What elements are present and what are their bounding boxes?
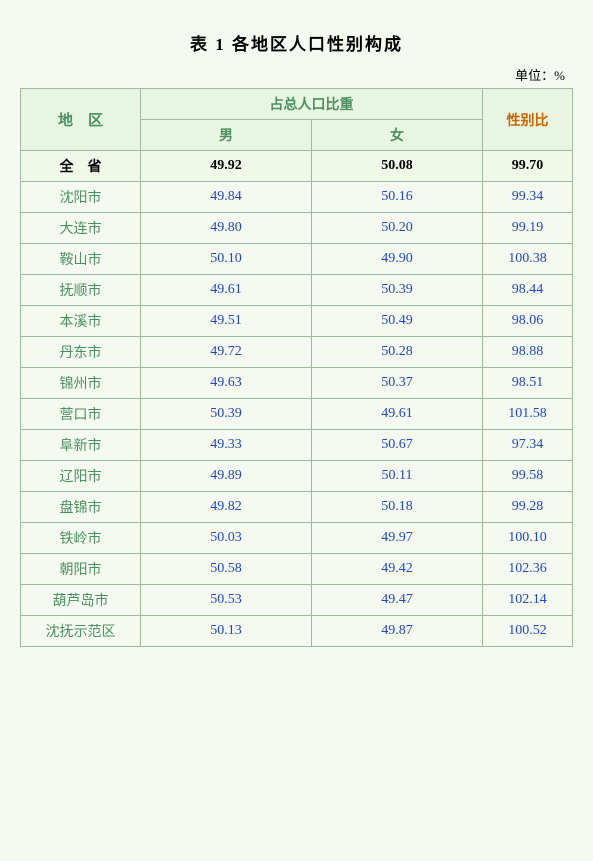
header-proportion-group: 占总人口比重: [141, 89, 483, 120]
cell-region: 丹东市: [21, 337, 141, 368]
cell-female: 50.37: [312, 368, 483, 399]
cell-female: 50.18: [312, 492, 483, 523]
cell-region: 盘锦市: [21, 492, 141, 523]
cell-female: 50.08: [312, 151, 483, 182]
cell-region: 抚顺市: [21, 275, 141, 306]
table-row: 丹东市49.7250.2898.88: [21, 337, 573, 368]
table-row: 沈抚示范区50.1349.87100.52: [21, 616, 573, 647]
cell-male: 50.03: [141, 523, 312, 554]
table-row: 本溪市49.5150.4998.06: [21, 306, 573, 337]
table-row: 盘锦市49.8250.1899.28: [21, 492, 573, 523]
table-row: 朝阳市50.5849.42102.36: [21, 554, 573, 585]
cell-female: 50.28: [312, 337, 483, 368]
cell-sex-ratio: 98.06: [483, 306, 573, 337]
cell-region: 本溪市: [21, 306, 141, 337]
cell-female: 49.47: [312, 585, 483, 616]
header-region: 地 区: [21, 89, 141, 151]
cell-region: 营口市: [21, 399, 141, 430]
cell-male: 50.53: [141, 585, 312, 616]
cell-male: 49.89: [141, 461, 312, 492]
table-row: 抚顺市49.6150.3998.44: [21, 275, 573, 306]
cell-sex-ratio: 99.28: [483, 492, 573, 523]
cell-sex-ratio: 102.14: [483, 585, 573, 616]
cell-female: 50.16: [312, 182, 483, 213]
cell-male: 49.72: [141, 337, 312, 368]
cell-female: 49.97: [312, 523, 483, 554]
table-row: 大连市49.8050.2099.19: [21, 213, 573, 244]
cell-region: 辽阳市: [21, 461, 141, 492]
cell-male: 50.13: [141, 616, 312, 647]
cell-sex-ratio: 98.44: [483, 275, 573, 306]
cell-male: 49.92: [141, 151, 312, 182]
cell-female: 50.39: [312, 275, 483, 306]
cell-female: 50.49: [312, 306, 483, 337]
cell-female: 50.11: [312, 461, 483, 492]
cell-female: 50.20: [312, 213, 483, 244]
cell-male: 49.51: [141, 306, 312, 337]
table-row: 辽阳市49.8950.1199.58: [21, 461, 573, 492]
cell-female: 49.90: [312, 244, 483, 275]
cell-region: 铁岭市: [21, 523, 141, 554]
header-sex-ratio: 性别比: [483, 89, 573, 151]
table-row: 铁岭市50.0349.97100.10: [21, 523, 573, 554]
cell-region: 朝阳市: [21, 554, 141, 585]
table-row: 全 省49.9250.0899.70: [21, 151, 573, 182]
cell-sex-ratio: 100.52: [483, 616, 573, 647]
cell-region: 锦州市: [21, 368, 141, 399]
cell-sex-ratio: 99.34: [483, 182, 573, 213]
cell-region: 沈抚示范区: [21, 616, 141, 647]
data-table: 地 区 占总人口比重 性别比 男 女 全 省49.9250.0899.70沈阳市…: [20, 88, 573, 647]
table-row: 葫芦岛市50.5349.47102.14: [21, 585, 573, 616]
page: 表 1 各地区人口性别构成 单位：% 地 区 占总人口比重 性别比 男 女 全 …: [0, 0, 593, 861]
cell-sex-ratio: 100.10: [483, 523, 573, 554]
cell-male: 50.58: [141, 554, 312, 585]
unit-label: 单位：%: [20, 65, 573, 84]
cell-region: 全 省: [21, 151, 141, 182]
cell-sex-ratio: 102.36: [483, 554, 573, 585]
header-male: 男: [141, 120, 312, 151]
table-row: 鞍山市50.1049.90100.38: [21, 244, 573, 275]
cell-male: 49.84: [141, 182, 312, 213]
header-female: 女: [312, 120, 483, 151]
cell-region: 沈阳市: [21, 182, 141, 213]
cell-sex-ratio: 98.88: [483, 337, 573, 368]
cell-sex-ratio: 99.70: [483, 151, 573, 182]
cell-female: 49.42: [312, 554, 483, 585]
cell-male: 50.39: [141, 399, 312, 430]
cell-sex-ratio: 99.58: [483, 461, 573, 492]
cell-female: 50.67: [312, 430, 483, 461]
cell-region: 葫芦岛市: [21, 585, 141, 616]
cell-region: 大连市: [21, 213, 141, 244]
table-row: 沈阳市49.8450.1699.34: [21, 182, 573, 213]
cell-sex-ratio: 98.51: [483, 368, 573, 399]
table-row: 阜新市49.3350.6797.34: [21, 430, 573, 461]
cell-sex-ratio: 101.58: [483, 399, 573, 430]
cell-male: 49.82: [141, 492, 312, 523]
cell-region: 鞍山市: [21, 244, 141, 275]
cell-sex-ratio: 97.34: [483, 430, 573, 461]
cell-female: 49.61: [312, 399, 483, 430]
table-title: 表 1 各地区人口性别构成: [20, 30, 573, 55]
cell-sex-ratio: 100.38: [483, 244, 573, 275]
cell-female: 49.87: [312, 616, 483, 647]
cell-male: 49.80: [141, 213, 312, 244]
cell-male: 49.33: [141, 430, 312, 461]
cell-region: 阜新市: [21, 430, 141, 461]
cell-sex-ratio: 99.19: [483, 213, 573, 244]
cell-male: 49.63: [141, 368, 312, 399]
table-row: 锦州市49.6350.3798.51: [21, 368, 573, 399]
table-row: 营口市50.3949.61101.58: [21, 399, 573, 430]
cell-male: 49.61: [141, 275, 312, 306]
cell-male: 50.10: [141, 244, 312, 275]
